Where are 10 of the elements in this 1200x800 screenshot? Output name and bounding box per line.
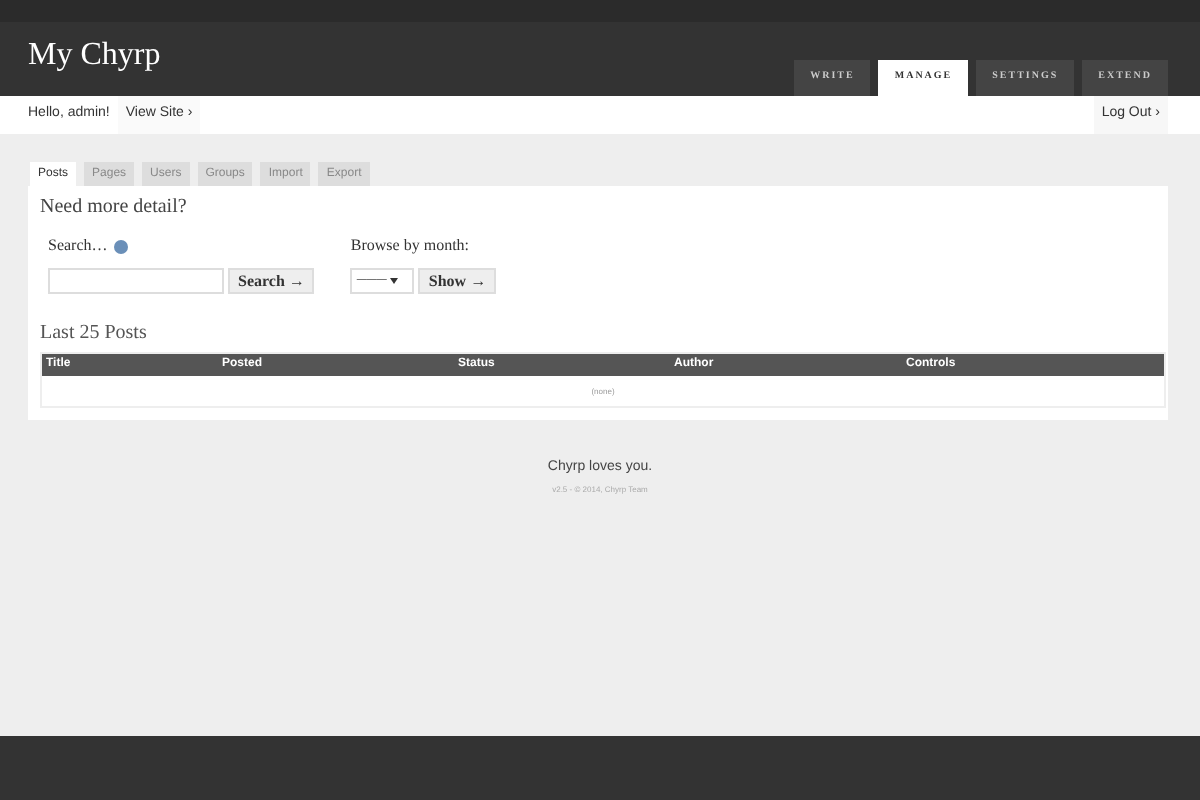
browse-label: Browse by month: (350, 234, 472, 258)
search-label: Search… (48, 234, 108, 258)
table-title: Last 25 Posts (40, 320, 149, 348)
search-field[interactable] (48, 268, 224, 294)
caret-icon (390, 278, 399, 284)
help-icon[interactable] (113, 239, 128, 253)
search-button[interactable]: Search → (228, 268, 315, 294)
site-title[interactable]: My Chyrp (28, 31, 161, 79)
show-button[interactable]: Show → (418, 268, 497, 294)
section-heading: Need more detail? (40, 194, 189, 222)
